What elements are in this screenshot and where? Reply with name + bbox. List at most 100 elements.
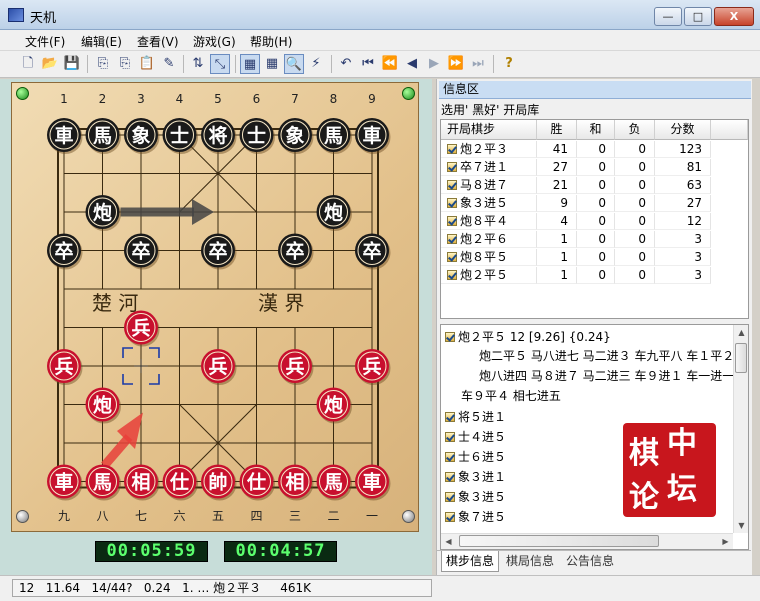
black-piece[interactable]: 卒 (355, 233, 391, 270)
red-piece[interactable]: 仕 (239, 464, 276, 501)
table-row[interactable]: 炮８平５ 1 0 0 3 (441, 249, 748, 266)
col-win[interactable]: 胜 (537, 120, 577, 140)
red-piece[interactable]: 車 (355, 464, 391, 501)
close-button[interactable]: X (714, 7, 754, 26)
title-bar[interactable]: 天机 — □ X (0, 0, 760, 30)
black-piece[interactable]: 象 (278, 118, 314, 154)
move-first[interactable]: 炮２平５ 12 [9.26] {0.24} (445, 328, 611, 345)
black-piece[interactable]: 炮 (85, 195, 122, 231)
col-loss[interactable]: 负 (615, 120, 655, 140)
checkbox[interactable] (445, 452, 455, 462)
copy-text-icon[interactable]: ⎘ (115, 54, 135, 74)
red-piece[interactable]: 兵 (201, 349, 237, 385)
red-piece[interactable]: 兵 (355, 349, 391, 385)
opening-table[interactable]: 开局棋步 胜 和 负 分数 炮２平３ 41 0 0 123 卒７进１ 27 0 0 81 马８进７ 2… (440, 119, 749, 319)
black-piece[interactable]: 卒 (278, 233, 314, 270)
chess-board[interactable]: 123456789九八七六五四三二一 楚 河 漢 界 車馬象士将士象馬車炮炮卒卒… (11, 82, 419, 532)
red-piece[interactable]: 馬 (316, 464, 353, 501)
list-item[interactable]: 象３进１ (445, 468, 506, 485)
red-piece[interactable]: 仕 (162, 464, 199, 501)
red-piece[interactable]: 車 (47, 464, 83, 501)
checkbox[interactable] (447, 252, 457, 262)
table-row[interactable]: 炮２平５ 1 0 0 3 (441, 267, 748, 284)
checkbox[interactable] (447, 144, 457, 154)
red-piece[interactable]: 炮 (85, 387, 122, 424)
menu-help[interactable]: 帮助(H) (250, 33, 292, 50)
red-piece[interactable]: 相 (124, 464, 160, 501)
menu-view[interactable]: 查看(V) (137, 33, 179, 50)
board-view-icon[interactable]: ▦ (240, 54, 260, 74)
black-piece[interactable]: 車 (47, 118, 83, 154)
checkbox[interactable] (445, 432, 455, 442)
list-item[interactable]: 将５进１ (445, 408, 506, 425)
arrow-mode-icon[interactable]: ⤡ (210, 54, 230, 74)
save-icon[interactable]: 💾 (62, 54, 82, 74)
black-piece[interactable]: 車 (355, 118, 391, 154)
checkbox[interactable] (445, 472, 455, 482)
table-row[interactable]: 马８进７ 21 0 0 63 (441, 177, 748, 194)
help-icon[interactable]: ? (499, 54, 519, 74)
undo-icon[interactable]: ↶ (336, 54, 356, 74)
maximize-button[interactable]: □ (684, 7, 712, 26)
list-item[interactable]: 象７进５ (445, 508, 506, 525)
table-row[interactable]: 炮２平６ 1 0 0 3 (441, 231, 748, 248)
red-piece[interactable]: 帥 (201, 464, 237, 501)
menu-file[interactable]: 文件(F) (25, 33, 65, 50)
black-piece[interactable]: 卒 (47, 233, 83, 270)
analyze-icon[interactable]: 🔍 (284, 54, 304, 74)
board-canvas[interactable]: 1 2 3 4 5 6 7 8 9九八七六五四三二一 楚 河 漢 界 車馬象士将士象馬車炮 炮卒卒… (12, 83, 420, 533)
black-piece[interactable]: 炮 (316, 195, 353, 231)
checkbox[interactable] (447, 180, 457, 190)
vertical-scrollbar[interactable]: ▲ ▼ (733, 325, 748, 533)
black-piece[interactable]: 士 (162, 118, 199, 154)
scroll-thumb[interactable] (735, 343, 747, 373)
col-draw[interactable]: 和 (577, 120, 615, 140)
scroll-down-button[interactable]: ▼ (734, 518, 748, 533)
scroll-right-button[interactable]: ▶ (718, 534, 733, 549)
flip-board-icon[interactable]: ⇅ (188, 54, 208, 74)
scroll-up-button[interactable]: ▲ (734, 325, 748, 340)
fast-forward-icon[interactable]: ⏩ (446, 54, 466, 74)
paste-icon[interactable]: 📋 (137, 54, 157, 74)
red-piece[interactable]: 兵 (47, 349, 83, 385)
first-move-icon[interactable]: ⏮ (358, 54, 378, 74)
tab-move-info[interactable]: 棋步信息 (441, 551, 499, 572)
black-piece[interactable]: 将 (201, 118, 237, 154)
checkbox[interactable] (447, 234, 457, 244)
checkbox[interactable] (445, 492, 455, 502)
scroll-left-button[interactable]: ◀ (441, 534, 456, 549)
board-view-alt-icon[interactable]: ▦ (262, 54, 282, 74)
tab-notice-info[interactable]: 公告信息 (561, 551, 619, 572)
open-folder-icon[interactable]: 📂 (40, 54, 60, 74)
minimize-button[interactable]: — (654, 7, 682, 26)
checkbox[interactable] (445, 512, 455, 522)
step-back-icon[interactable]: ◀ (402, 54, 422, 74)
col-score[interactable]: 分数 (655, 120, 711, 140)
table-row[interactable]: 卒７进１ 27 0 0 81 (441, 159, 748, 176)
checkbox[interactable] (447, 216, 457, 226)
black-piece[interactable]: 象 (124, 118, 160, 154)
list-item[interactable]: 象３进５ (445, 488, 506, 505)
new-file-icon[interactable]: 🗋 (18, 54, 38, 74)
horizontal-scrollbar[interactable]: ◀ ▶ (441, 533, 733, 549)
col-move[interactable]: 开局棋步 (441, 120, 537, 140)
black-piece[interactable]: 馬 (316, 118, 353, 154)
scroll-thumb[interactable] (459, 535, 659, 547)
table-row[interactable]: 炮８平４ 4 0 0 12 (441, 213, 748, 230)
red-piece[interactable]: 兵 (278, 349, 314, 385)
tab-game-info[interactable]: 棋局信息 (503, 551, 557, 572)
red-piece[interactable]: 兵 (124, 310, 160, 347)
checkbox[interactable] (445, 412, 455, 422)
checkbox[interactable] (445, 332, 455, 342)
table-row[interactable]: 象３进５ 9 0 0 27 (441, 195, 748, 212)
edit-icon[interactable]: ✎ (159, 54, 179, 74)
menu-edit[interactable]: 编辑(E) (81, 33, 122, 50)
last-move-icon[interactable]: ⏭ (468, 54, 488, 74)
red-piece[interactable]: 炮 (316, 387, 353, 424)
black-piece[interactable]: 士 (239, 118, 276, 154)
copy-icon[interactable]: ⎘ (93, 54, 113, 74)
checkbox[interactable] (447, 270, 457, 280)
step-forward-icon[interactable]: ▶ (424, 54, 444, 74)
checkbox[interactable] (447, 198, 457, 208)
table-row[interactable]: 炮２平３ 41 0 0 123 (441, 141, 748, 158)
